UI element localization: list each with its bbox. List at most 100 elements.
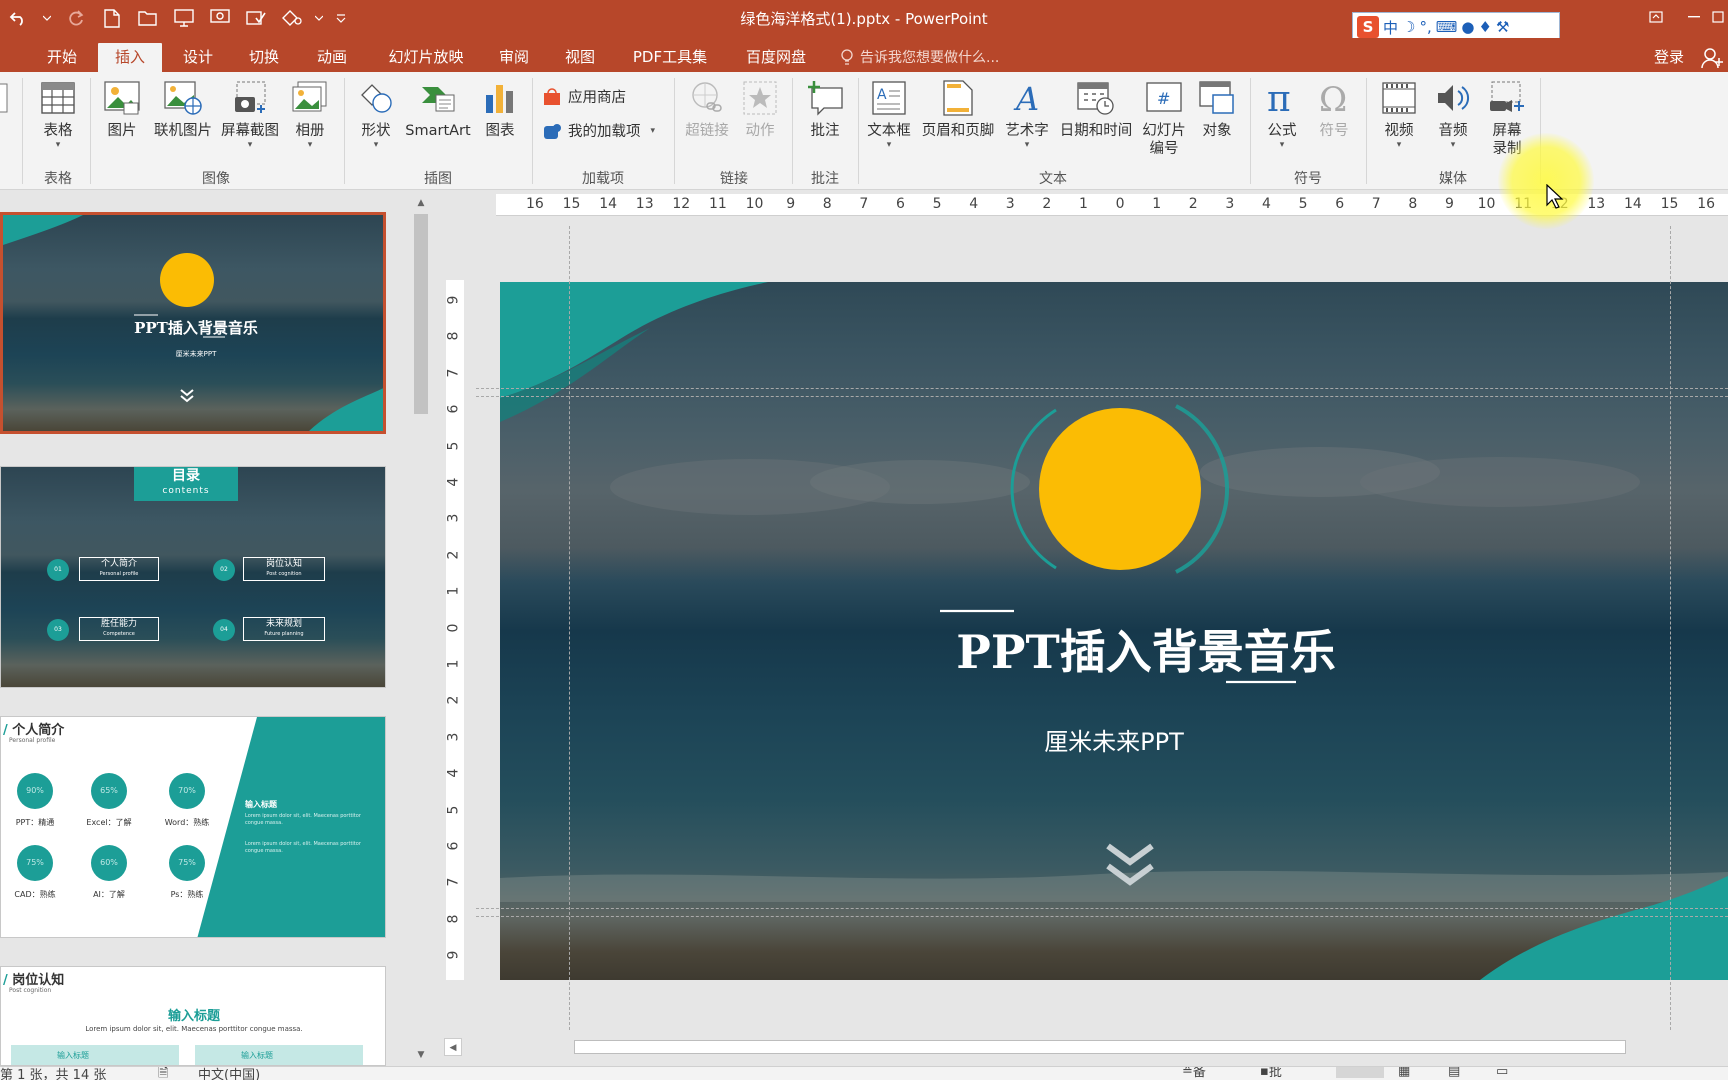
skin-icon[interactable]: ♦ xyxy=(1479,18,1492,36)
reading-view-icon[interactable]: ▤ xyxy=(1448,1067,1460,1079)
shapes-button[interactable]: 形状 ▾ xyxy=(352,78,400,150)
normal-view-icon[interactable] xyxy=(1336,1067,1384,1078)
keyboard-icon[interactable]: ⌨ xyxy=(1436,18,1458,36)
symbol-button[interactable]: Ω 符号 xyxy=(1310,78,1358,140)
notes-toggle[interactable]: ≙ 备注 xyxy=(1182,1067,1206,1080)
horizontal-guide[interactable] xyxy=(476,396,1728,397)
settings-wrench-icon[interactable]: ⚒ xyxy=(1496,18,1509,36)
chart-button[interactable]: 图表 xyxy=(476,78,524,140)
ruler-tick-label: 16 xyxy=(526,196,544,212)
shape-format-icon[interactable] xyxy=(274,4,310,32)
tab-animations[interactable]: 动画 xyxy=(308,43,356,72)
open-folder-icon[interactable] xyxy=(130,4,166,32)
tab-slideshow[interactable]: 幻灯片放映 xyxy=(376,43,476,72)
thumb2-header: 目录 contents xyxy=(134,467,238,501)
ruler-tick-label: 0 xyxy=(445,623,462,633)
slide-thumbnail-2[interactable]: 目录 contents 01 个人简介 Personal profile 02 岗… xyxy=(0,466,386,688)
tab-home[interactable]: 开始 xyxy=(38,43,86,72)
tab-pdf-tools[interactable]: PDF工具集 xyxy=(628,43,712,72)
tab-design[interactable]: 设计 xyxy=(174,43,222,72)
vertical-guide[interactable] xyxy=(569,226,570,1030)
horizontal-guide[interactable] xyxy=(476,388,1728,389)
hyperlink-button[interactable]: 超链接 xyxy=(682,78,732,140)
vertical-guide[interactable] xyxy=(1670,226,1671,1030)
slide-thumbnail-pane: PPT插入背景音乐 厘米未来PPT 目录 contents 01 个人简介 Per… xyxy=(0,190,432,1066)
action-button[interactable]: 动作 xyxy=(736,78,784,140)
group-separator xyxy=(858,78,859,184)
scroll-up-icon[interactable]: ▲ xyxy=(412,194,430,212)
thumbnail-scrollbar[interactable]: ▲ ▼ xyxy=(412,194,430,1066)
online-picture-button[interactable]: 联机图片 xyxy=(150,78,216,140)
tab-view[interactable]: 视图 xyxy=(556,43,604,72)
table-button[interactable]: 表格 ▾ xyxy=(34,78,82,150)
tab-file-edge[interactable] xyxy=(0,43,8,72)
photo-album-icon xyxy=(290,78,330,118)
comments-toggle[interactable]: ▪ 批注 xyxy=(1260,1067,1282,1080)
my-addins-button[interactable]: 我的加载项 ▾ xyxy=(542,120,655,141)
new-slide-button-partial[interactable] xyxy=(0,78,14,118)
audio-button[interactable]: 音频 ▾ xyxy=(1428,78,1478,150)
share-user-icon[interactable] xyxy=(1700,46,1724,70)
title-bar: 绿色海洋格式(1).pptx - PowerPoint S 中 ☽ °, ⌨ ●… xyxy=(0,0,1728,42)
video-button[interactable]: 视频 ▾ xyxy=(1374,78,1424,150)
slide-thumbnail-1[interactable]: PPT插入背景音乐 厘米未来PPT xyxy=(0,212,386,434)
picture-button[interactable]: 图片 xyxy=(98,78,146,140)
equation-button[interactable]: π 公式 ▾ xyxy=(1258,78,1306,150)
tab-transitions[interactable]: 切换 xyxy=(240,43,288,72)
date-time-button[interactable]: 日期和时间 xyxy=(1056,78,1136,140)
tab-review[interactable]: 审阅 xyxy=(490,43,538,72)
present-from-start-icon[interactable] xyxy=(166,4,202,32)
slide-number-button[interactable]: # 幻灯片 编号 xyxy=(1138,78,1190,158)
horizontal-scrollbar[interactable]: ◀ xyxy=(444,1036,1728,1058)
slideshow-view-icon[interactable]: ▭ xyxy=(1496,1067,1508,1079)
slide-title[interactable]: PPT插入背景音乐 xyxy=(500,616,1728,682)
maximize-icon[interactable] xyxy=(1708,0,1728,34)
tell-me-search[interactable]: 告诉我您想要做什么... xyxy=(840,43,999,72)
wordart-button[interactable]: A 艺术字 ▾ xyxy=(1000,78,1054,150)
horizontal-guide[interactable] xyxy=(476,908,1728,909)
redo-icon[interactable] xyxy=(58,4,94,32)
current-slide[interactable]: PPT插入背景音乐 厘米未来PPT xyxy=(500,282,1728,980)
vertical-ruler[interactable]: 9 8 7 6 5 4 3 2 1 0 1 2 3 4 5 6 7 8 9 xyxy=(445,280,464,980)
undo-icon[interactable] xyxy=(0,4,36,32)
slide-subtitle[interactable]: 厘米未来PPT xyxy=(500,722,1728,757)
slide-thumbnail-3[interactable]: / 个人简介 Personal profile 90% PPT：精通 65% E… xyxy=(0,716,386,938)
customize-qat-icon[interactable] xyxy=(328,4,354,32)
thumb3-skill-5-label: AI：了解 xyxy=(93,890,125,899)
omega-icon: Ω xyxy=(1314,78,1354,118)
slide-thumbnail-4[interactable]: / 岗位认知 Post cognition 输入标题 Lorem ipsum d… xyxy=(0,966,386,1066)
shape-dropdown-icon[interactable] xyxy=(310,4,328,32)
language-status[interactable]: 中文(中国) xyxy=(198,1067,260,1080)
scroll-down-icon[interactable]: ▼ xyxy=(412,1046,430,1064)
undo-dropdown-icon[interactable] xyxy=(36,4,58,32)
ruler-tick-label: 8 xyxy=(445,331,462,341)
header-footer-button[interactable]: 页眉和页脚 xyxy=(918,78,998,140)
ime-mode-indicator[interactable]: 中 xyxy=(1383,17,1398,38)
thumb2-item-4: 未来规划 Future planning xyxy=(243,617,325,641)
office-store-button[interactable]: 应用商店 xyxy=(542,86,626,107)
screenshot-button[interactable]: 屏幕截图 ▾ xyxy=(218,78,282,150)
object-button[interactable]: 对象 xyxy=(1192,78,1242,140)
moon-icon[interactable]: ☽ xyxy=(1402,18,1415,36)
horizontal-scroll-thumb[interactable] xyxy=(574,1040,1626,1054)
new-comment-button[interactable]: 批注 xyxy=(800,78,850,140)
horizontal-guide[interactable] xyxy=(476,916,1728,917)
photo-album-button[interactable]: 相册 ▾ xyxy=(286,78,334,150)
user-icon[interactable]: ● xyxy=(1461,18,1474,36)
touch-mode-icon[interactable] xyxy=(202,4,238,32)
tab-insert[interactable]: 插入 xyxy=(98,43,162,72)
sign-in-link[interactable]: 登录 xyxy=(1654,43,1684,71)
smartart-button[interactable]: SmartArt xyxy=(402,78,474,140)
scroll-thumb[interactable] xyxy=(414,214,428,414)
ruler-tick-label: 4 xyxy=(1262,196,1271,212)
spelling-check-icon[interactable] xyxy=(238,4,274,32)
spelling-status-icon[interactable]: 🗎 xyxy=(158,1067,168,1080)
punctuation-icon[interactable]: °, xyxy=(1419,18,1431,36)
scroll-left-icon[interactable]: ◀ xyxy=(444,1038,462,1056)
slide-sorter-icon[interactable]: ▦ xyxy=(1398,1067,1410,1079)
textbox-button[interactable]: A 文本框 ▾ xyxy=(864,78,914,150)
lightbulb-icon xyxy=(841,48,853,65)
new-file-icon[interactable] xyxy=(94,4,130,32)
ribbon-display-options-icon[interactable] xyxy=(1636,0,1676,34)
tab-baidu-netdisk[interactable]: 百度网盘 xyxy=(736,43,816,72)
